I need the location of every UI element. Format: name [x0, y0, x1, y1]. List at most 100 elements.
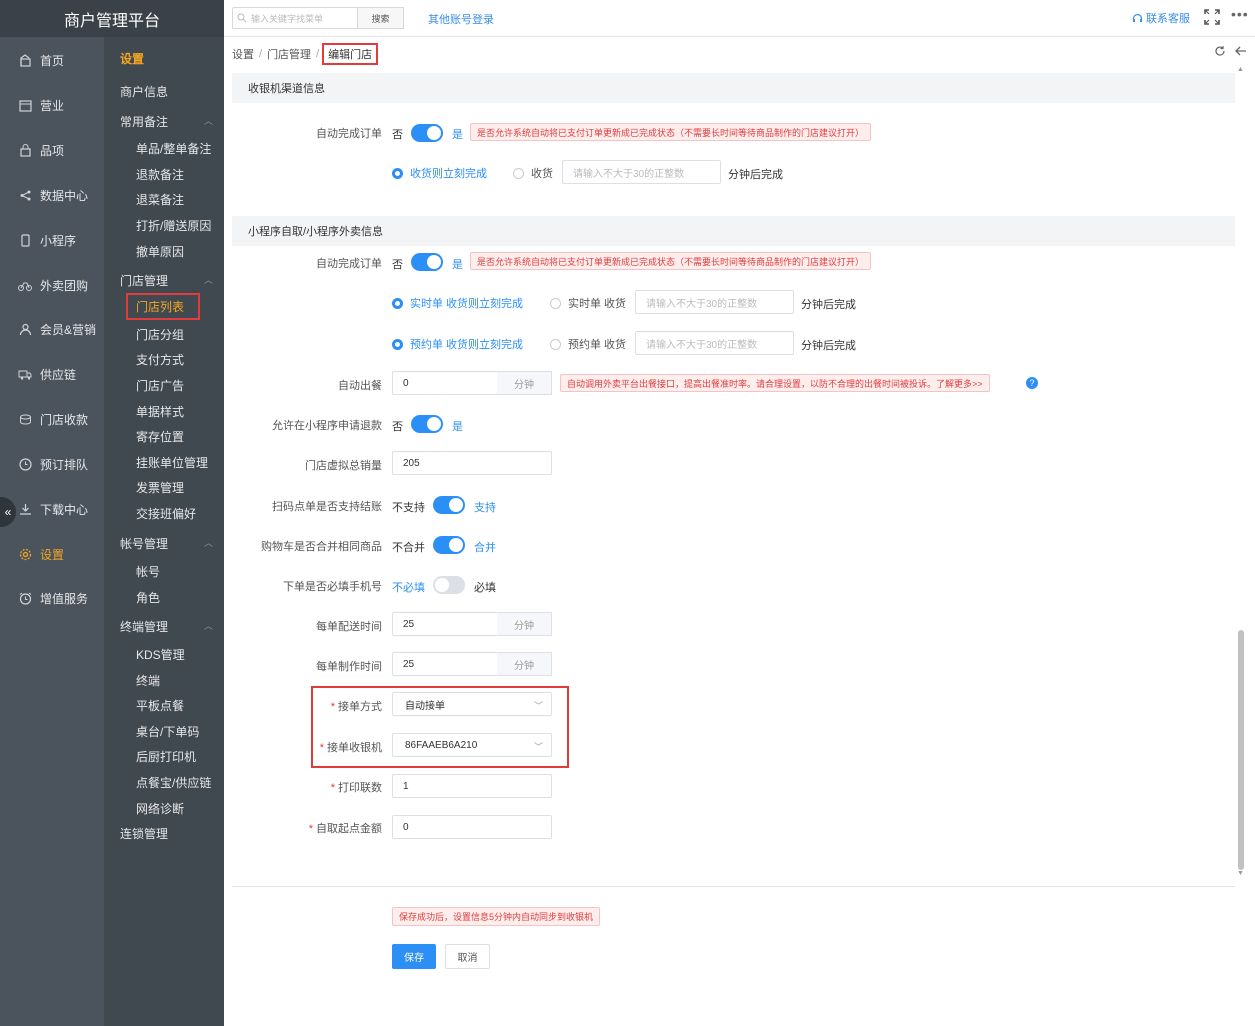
reserve-minutes-input[interactable]: 请输入不大于30的正整数 [635, 331, 794, 355]
make-time-input[interactable]: 25 [392, 652, 498, 676]
radio-dot [513, 167, 524, 179]
auto-meal-input[interactable]: 0 [392, 371, 498, 395]
refresh-icon[interactable] [1214, 45, 1226, 57]
nav-label: 设置 [40, 547, 65, 562]
subnav-item[interactable]: 后厨打印机 [136, 748, 196, 765]
nav-item-value-added[interactable]: 增值服务 [0, 583, 104, 613]
refund-toggle[interactable] [411, 415, 443, 433]
scrollbar-thumb[interactable] [1238, 630, 1244, 870]
subnav-group-store[interactable]: 门店管理 [120, 272, 168, 289]
nav-item-member[interactable]: 会员&营销 [0, 314, 104, 344]
truck-icon [18, 367, 32, 381]
subnav-item[interactable]: 点餐宝/供应链 [136, 774, 211, 791]
mini-auto-complete-toggle[interactable] [411, 253, 443, 271]
breadcrumb-item[interactable]: 门店管理 [267, 46, 311, 62]
accept-cashier-select[interactable]: 86FAAEB6A210 ﹀ [392, 733, 552, 757]
save-button[interactable]: 保存 [392, 944, 436, 969]
subnav-item[interactable]: 门店分组 [136, 326, 184, 343]
nav-item-data-center[interactable]: 数据中心 [0, 180, 104, 210]
search-placeholder: 输入关键字找菜单 [251, 13, 324, 24]
subnav-item[interactable]: KDS管理 [136, 646, 185, 663]
radio-realtime-now[interactable]: 实时单 收货则立刻完成 [392, 295, 523, 311]
subnav-item[interactable]: 寄存位置 [136, 428, 184, 445]
subnav-item[interactable]: 挂账单位管理 [136, 454, 208, 471]
radio-label: 收货则立刻完成 [410, 168, 487, 180]
phone-required-toggle[interactable] [433, 576, 465, 594]
delivery-time-input[interactable]: 25 [392, 612, 498, 636]
nav-item-business[interactable]: 营业 [0, 90, 104, 120]
nav-label: 营业 [40, 98, 65, 113]
scrollbar[interactable]: ▲ ▼ [1237, 66, 1245, 880]
cancel-button[interactable]: 取消 [445, 944, 490, 969]
nav-item-reservation[interactable]: 预订排队 [0, 449, 104, 479]
subnav-title: 设置 [120, 52, 145, 66]
more-icon[interactable]: ••• [1231, 6, 1249, 22]
radio-receive-after[interactable]: 收货 [513, 165, 553, 181]
select-value: 86FAAEB6A210 [405, 739, 478, 751]
search-button[interactable]: 搜索 [357, 7, 404, 29]
radio-reserve-now[interactable]: 预约单 收货则立刻完成 [392, 336, 523, 352]
back-arrow-icon[interactable] [1235, 45, 1247, 57]
subnav-item[interactable]: 打折/赠送原因 [136, 217, 211, 234]
radio-reserve-after[interactable]: 预约单 收货 [550, 336, 626, 352]
receive-minutes-input[interactable]: 请输入不大于30的正整数 [562, 160, 721, 184]
nav-item-takeout[interactable]: 外卖团购 [0, 270, 104, 300]
scroll-down-icon[interactable]: ▼ [1237, 870, 1244, 877]
cart-merge-toggle[interactable] [433, 536, 465, 554]
subnav-item[interactable]: 网络诊断 [136, 800, 184, 817]
caret-up-icon: ︿ [204, 621, 214, 631]
chevron-down-icon: ﹀ [533, 701, 543, 711]
subnav-item[interactable]: 支付方式 [136, 351, 184, 368]
pickup-min-input[interactable]: 0 [392, 815, 552, 839]
nav-item-home[interactable]: 首页 [0, 45, 104, 75]
nav-item-store-payment[interactable]: 门店收款 [0, 404, 104, 434]
required-mark: * [308, 823, 313, 835]
nav-item-supply-chain[interactable]: 供应链 [0, 359, 104, 389]
help-icon[interactable]: ? [1026, 377, 1038, 389]
contact-support-link[interactable]: 联系客服 [1132, 10, 1190, 26]
subnav-item[interactable]: 单据样式 [136, 403, 184, 420]
subnav-item[interactable]: 平板点餐 [136, 697, 184, 714]
subnav-item-merchant-info[interactable]: 商户信息 [120, 83, 168, 100]
subnav-item[interactable]: 单品/整单备注 [136, 140, 211, 157]
nav-item-products[interactable]: 品项 [0, 135, 104, 165]
subnav-item[interactable]: 角色 [136, 589, 160, 606]
subnav-item[interactable]: 交接班偏好 [136, 505, 196, 522]
print-copies-input[interactable]: 1 [392, 774, 552, 798]
subnav-item[interactable]: 门店广告 [136, 377, 184, 394]
breadcrumb-item[interactable]: 设置 [232, 46, 254, 62]
virtual-sales-input[interactable]: 205 [392, 451, 552, 475]
subnav-item[interactable]: 桌台/下单码 [136, 723, 199, 740]
nav-item-settings[interactable]: 设置 [0, 539, 104, 569]
radio-label: 实时单 收货 [568, 298, 627, 310]
subnav-item[interactable]: 撤单原因 [136, 243, 184, 260]
label-text: 接单方式 [338, 701, 382, 713]
subnav-group-account[interactable]: 帐号管理 [120, 535, 168, 552]
radio-realtime-after[interactable]: 实时单 收货 [550, 295, 626, 311]
delivery-time-label: 每单配送时间 [316, 621, 382, 633]
scan-pay-toggle[interactable] [433, 496, 465, 514]
edit-store-form: 收银机渠道信息 自动完成订单 否 是 是否允许系统自动将已支付订单更新成已完成状… [232, 63, 1235, 1026]
subnav-item-chain[interactable]: 连锁管理 [120, 825, 168, 842]
after-minutes-text: 分钟后完成 [801, 340, 856, 352]
menu-search-input[interactable]: 输入关键字找菜单 [232, 7, 358, 29]
subnav-group-terminal[interactable]: 终端管理 [120, 618, 168, 635]
subnav-item[interactable]: 终端 [136, 672, 160, 689]
nav-label: 首页 [40, 53, 65, 68]
auto-complete-toggle[interactable] [411, 124, 443, 142]
subnav-item-store-list[interactable]: 门店列表 [126, 293, 200, 320]
radio-receive-now[interactable]: 收货则立刻完成 [392, 165, 487, 181]
scroll-up-icon[interactable]: ▲ [1237, 66, 1244, 73]
subnav-item[interactable]: 退菜备注 [136, 191, 184, 208]
subnav-item[interactable]: 发票管理 [136, 479, 184, 496]
fullscreen-icon[interactable] [1204, 9, 1220, 25]
nav-item-miniprogram[interactable]: 小程序 [0, 225, 104, 255]
other-account-login-link[interactable]: 其他账号登录 [428, 11, 494, 27]
auto-complete-label: 自动完成订单 [316, 128, 382, 140]
subnav-item[interactable]: 帐号 [136, 563, 160, 580]
refund-label: 允许在小程序申请退款 [272, 420, 382, 432]
subnav-group-remarks[interactable]: 常用备注 [120, 113, 168, 130]
subnav-item[interactable]: 退款备注 [136, 166, 184, 183]
accept-mode-select[interactable]: 自动接单 ﹀ [392, 692, 552, 716]
realtime-minutes-input[interactable]: 请输入不大于30的正整数 [635, 290, 794, 314]
